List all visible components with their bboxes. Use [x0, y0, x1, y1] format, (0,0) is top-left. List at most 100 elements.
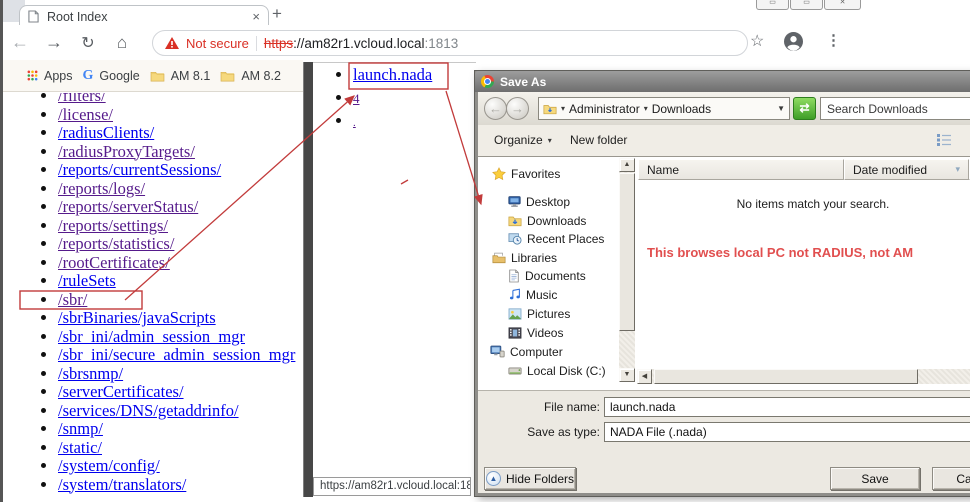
- organize-label: Organize: [494, 133, 543, 147]
- refresh-button[interactable]: ⇄: [793, 97, 816, 120]
- bookmark-folder-am81[interactable]: AM 8.1: [150, 69, 211, 83]
- file-list-scrollbar[interactable]: ◀: [636, 369, 970, 385]
- sidebar-item-downloads[interactable]: Downloads: [508, 212, 586, 229]
- directory-link-reports-currentsessions[interactable]: /reports/currentSessions/: [58, 160, 221, 179]
- bookmark-google[interactable]: G Google: [83, 68, 140, 84]
- directory-link-services-dns[interactable]: /services/DNS/getaddrinfo/: [58, 401, 239, 420]
- not-secure-label[interactable]: Not secure: [186, 36, 249, 51]
- directory-link-sbr[interactable]: /sbr/: [58, 290, 87, 309]
- sbr-file-list: launch.nada 4 .: [313, 65, 432, 134]
- tab-root-index[interactable]: Root Index ×: [19, 5, 269, 27]
- file-name-input[interactable]: [604, 397, 970, 417]
- cancel-button[interactable]: Cancel: [932, 467, 970, 490]
- save-type-select[interactable]: NADA File (.nada): [604, 422, 970, 442]
- documents-icon: [508, 269, 520, 283]
- views-icon[interactable]: [936, 132, 952, 153]
- organize-menu[interactable]: Organize ▾: [494, 133, 552, 147]
- directory-link-sbrini-admin[interactable]: /sbr_ini/admin_session_mgr: [58, 327, 245, 346]
- window-close-button[interactable]: ✕: [824, 0, 861, 10]
- hide-folders-button[interactable]: ▲ Hide Folders: [484, 467, 576, 490]
- nav-back-button[interactable]: ←: [484, 97, 507, 120]
- directory-link-system-translators[interactable]: /system/translators/: [58, 475, 186, 494]
- breadcrumb-root[interactable]: Administrator: [569, 102, 640, 116]
- sidebar-item-label: Local Disk (C:): [527, 364, 606, 378]
- scrollbar-thumb[interactable]: [654, 369, 918, 384]
- sidebar-item-favorites[interactable]: Favorites: [492, 165, 560, 182]
- directory-link-servercertificates[interactable]: /serverCertificates/: [58, 382, 184, 401]
- directory-link-sbrini-secure[interactable]: /sbr_ini/secure_admin_session_mgr: [58, 345, 295, 364]
- directory-link-reports-settings[interactable]: /reports/settings/: [58, 216, 168, 235]
- profile-avatar[interactable]: [784, 32, 803, 51]
- sidebar-scrollbar[interactable]: ▲ ▼: [619, 157, 635, 390]
- sidebar-item-desktop[interactable]: Desktop: [508, 193, 570, 210]
- save-button[interactable]: Save: [830, 467, 920, 490]
- sidebar-item-recent-places[interactable]: Recent Places: [508, 230, 604, 247]
- bookmark-apps[interactable]: Apps: [27, 69, 73, 83]
- dialog-title-bar[interactable]: Save As: [475, 71, 970, 92]
- back-icon[interactable]: ←: [3, 32, 37, 53]
- url-port: :1813: [424, 36, 458, 51]
- directory-link-rootcertificates[interactable]: /rootCertificates/: [58, 253, 170, 272]
- sbr-link-4[interactable]: 4: [353, 91, 360, 106]
- sidebar-item-label: Downloads: [527, 214, 586, 228]
- sidebar-item-libraries[interactable]: Libraries: [492, 249, 557, 266]
- bookmark-folder-am82[interactable]: AM 8.2: [220, 69, 281, 83]
- menu-icon[interactable]: ⋮: [826, 31, 841, 49]
- directory-link-reports-logs[interactable]: /reports/logs/: [58, 179, 145, 198]
- sidebar-group-label: Computer: [510, 345, 563, 359]
- directory-link-reports-serverstatus[interactable]: /reports/serverStatus/: [58, 197, 198, 216]
- scrollbar-thumb[interactable]: [619, 173, 635, 331]
- directory-link-radiusclients[interactable]: /radiusClients/: [58, 123, 154, 142]
- window-maximize-button[interactable]: ▭: [790, 0, 823, 10]
- address-bar[interactable]: Not secure https://am82r1.vcloud.local:1…: [152, 30, 748, 56]
- column-header-date-modified[interactable]: Date modified ▾: [844, 159, 969, 180]
- sidebar-item-videos[interactable]: Videos: [508, 324, 563, 341]
- sidebar-item-local-disk-c[interactable]: Local Disk (C:): [508, 362, 606, 379]
- directory-link-radiusproxytargets[interactable]: /radiusProxyTargets/: [58, 142, 195, 161]
- sidebar-item-documents[interactable]: Documents: [508, 267, 586, 284]
- home-icon[interactable]: ⌂: [105, 33, 139, 53]
- dialog-toolbar: Organize ▾ New folder: [478, 125, 970, 157]
- forward-icon[interactable]: →: [37, 32, 71, 53]
- directory-link-filters[interactable]: /filters/: [58, 93, 106, 105]
- directory-link-rulesets[interactable]: /ruleSets: [58, 271, 116, 290]
- sidebar-item-computer[interactable]: Computer: [490, 343, 563, 360]
- chevron-down-icon[interactable]: ▾: [644, 104, 648, 113]
- dialog-title: Save As: [500, 75, 546, 89]
- root-index-page: /filters/ /license/ /radiusClients/ /rad…: [3, 93, 303, 502]
- sbr-link-dot[interactable]: .: [353, 117, 356, 129]
- breadcrumb-current[interactable]: Downloads: [652, 102, 711, 116]
- bookmark-star-icon[interactable]: ☆: [750, 31, 764, 51]
- window-minimize-button[interactable]: ▭: [756, 0, 789, 10]
- directory-link-sbrbinaries[interactable]: /sbrBinaries/javaScripts: [58, 308, 216, 327]
- chevron-down-icon[interactable]: ▾: [561, 104, 565, 113]
- sbr-directory-page: launch.nada 4 . https://am82r1.vcloud.lo…: [313, 62, 476, 497]
- column-header-name[interactable]: Name: [638, 159, 844, 180]
- directory-link-reports-statistics[interactable]: /reports/statistics/: [58, 234, 174, 253]
- scroll-left-button[interactable]: ◀: [637, 369, 652, 384]
- nav-forward-button[interactable]: →: [506, 97, 529, 120]
- launch-nada-link[interactable]: launch.nada: [353, 65, 432, 84]
- directory-link-static[interactable]: /static/: [58, 438, 102, 457]
- folder-icon: [220, 70, 235, 82]
- directory-link-sbrsnmp[interactable]: /sbrsnmp/: [58, 364, 123, 383]
- directory-link-snmp[interactable]: /snmp/: [58, 419, 103, 438]
- sidebar-item-music[interactable]: Music: [508, 286, 557, 303]
- reload-icon[interactable]: ↻: [71, 33, 105, 53]
- hide-folders-label: Hide Folders: [506, 472, 574, 486]
- chevron-down-icon: ▾: [548, 136, 552, 145]
- directory-link-license[interactable]: /license/: [58, 105, 113, 124]
- breadcrumb-history-dropdown-icon[interactable]: ▼: [777, 104, 785, 113]
- url-text[interactable]: https://am82r1.vcloud.local:1813: [264, 36, 458, 51]
- tab-close-icon[interactable]: ×: [252, 10, 260, 23]
- google-g-icon: G: [83, 68, 94, 84]
- tab-strip: Root Index × + ▭ ▭ ✕: [3, 0, 855, 25]
- breadcrumb[interactable]: ▾ Administrator ▾ Downloads ▼: [538, 97, 790, 120]
- scroll-up-button[interactable]: ▲: [619, 158, 635, 172]
- new-tab-button[interactable]: +: [265, 4, 289, 24]
- directory-link-system-config[interactable]: /system/config/: [58, 456, 160, 475]
- scroll-down-button[interactable]: ▼: [619, 368, 635, 382]
- search-input[interactable]: [820, 97, 970, 120]
- sidebar-item-pictures[interactable]: Pictures: [508, 305, 570, 322]
- new-folder-button[interactable]: New folder: [570, 133, 627, 147]
